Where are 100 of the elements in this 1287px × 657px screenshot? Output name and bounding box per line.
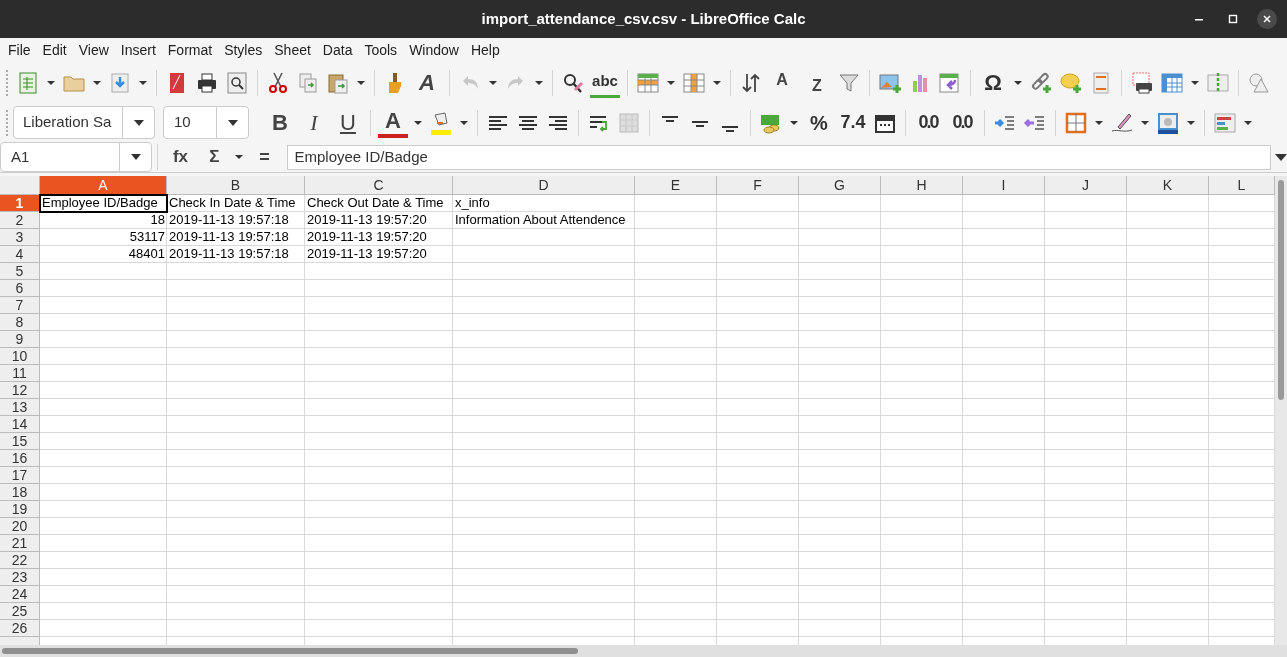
name-box[interactable]: A1: [0, 142, 153, 172]
percent-button[interactable]: %: [804, 107, 834, 138]
clear-formatting-button[interactable]: A: [412, 67, 442, 98]
row-header[interactable]: 22: [0, 552, 40, 569]
print-area-icon[interactable]: [1130, 70, 1154, 95]
row-header[interactable]: 20: [0, 518, 40, 535]
column-header[interactable]: J: [1045, 176, 1127, 195]
table-cell[interactable]: 48401: [40, 246, 167, 263]
menu-item[interactable]: Tools: [358, 37, 404, 63]
columns-icon[interactable]: [682, 70, 706, 95]
spelling-button[interactable]: abc: [590, 67, 620, 98]
table-cell[interactable]: 2019-11-13 19:57:20: [305, 212, 453, 229]
column-header[interactable]: B: [167, 176, 305, 195]
row-header[interactable]: 16: [0, 450, 40, 467]
column-header[interactable]: F: [717, 176, 799, 195]
menu-item[interactable]: Insert: [114, 37, 162, 63]
column-header[interactable]: E: [635, 176, 717, 195]
menu-item[interactable]: View: [72, 37, 115, 63]
row-header[interactable]: 17: [0, 467, 40, 484]
pivot-table-icon[interactable]: [938, 70, 962, 95]
expand-icon[interactable]: [1275, 153, 1287, 161]
split-window-icon[interactable]: [1206, 70, 1230, 95]
row-header[interactable]: 9: [0, 331, 40, 348]
menu-item[interactable]: File: [2, 37, 37, 63]
magnifier-icon[interactable]: [225, 70, 249, 95]
formula-button[interactable]: =: [249, 142, 280, 172]
row-header[interactable]: 18: [0, 484, 40, 501]
row-header[interactable]: 4: [0, 246, 40, 263]
function-wizard-button[interactable]: fx: [165, 142, 196, 172]
row-header[interactable]: 26: [0, 620, 40, 637]
table-cell[interactable]: 2019-11-13 19:57:18: [167, 229, 305, 246]
underline-button[interactable]: U: [333, 107, 363, 138]
table-cell[interactable]: 53117: [40, 229, 167, 246]
font-name-field[interactable]: Liberation Sa: [13, 106, 155, 139]
sort-descending-button[interactable]: Z: [802, 67, 832, 98]
number-format-button[interactable]: 7.4: [838, 107, 868, 138]
table-cell[interactable]: 2019-11-13 19:57:20: [305, 229, 453, 246]
spreadsheet-icon[interactable]: [16, 70, 40, 95]
chain-link-icon[interactable]: [1029, 70, 1053, 95]
border-color-icon[interactable]: [1156, 110, 1180, 135]
download-icon[interactable]: [108, 70, 132, 95]
caret-icon[interactable]: [130, 154, 141, 160]
row-header[interactable]: 3: [0, 229, 40, 246]
column-header[interactable]: H: [881, 176, 963, 195]
menu-item[interactable]: Help: [464, 37, 506, 63]
printer-icon[interactable]: [195, 70, 219, 95]
table-cell[interactable]: Information About Attendence: [453, 212, 635, 229]
column-header[interactable]: K: [1127, 176, 1209, 195]
delete-decimal-button[interactable]: 0.0: [947, 107, 977, 138]
menu-item[interactable]: Edit: [36, 37, 73, 63]
borders-icon[interactable]: [1064, 110, 1088, 135]
freeze-grid-icon[interactable]: [1160, 70, 1184, 95]
column-header[interactable]: L: [1209, 176, 1275, 195]
column-header[interactable]: D: [453, 176, 635, 195]
row-header[interactable]: 8: [0, 314, 40, 331]
caret-icon[interactable]: [133, 119, 144, 126]
row-header[interactable]: 23: [0, 569, 40, 586]
bold-button[interactable]: B: [265, 107, 295, 138]
sum-button[interactable]: Σ: [199, 142, 230, 172]
row-header[interactable]: 15: [0, 433, 40, 450]
merge-cells-icon[interactable]: [617, 110, 641, 135]
sort-ascending-button[interactable]: A: [768, 67, 798, 98]
font-size-field[interactable]: 10: [163, 106, 249, 139]
table-cell[interactable]: 18: [40, 212, 167, 229]
row-header[interactable]: 1: [0, 195, 40, 212]
row-header[interactable]: 7: [0, 297, 40, 314]
formula-input[interactable]: Employee ID/Badge: [287, 144, 1271, 170]
menu-item[interactable]: Styles: [218, 37, 269, 63]
horizontal-scrollbar[interactable]: [0, 645, 1287, 657]
row-header[interactable]: 12: [0, 382, 40, 399]
row-header[interactable]: 14: [0, 416, 40, 433]
row-header[interactable]: 10: [0, 348, 40, 365]
table-cell[interactable]: Check In Date & Time: [167, 195, 305, 212]
row-header[interactable]: 19: [0, 501, 40, 518]
row-header[interactable]: 24: [0, 586, 40, 603]
rows-icon[interactable]: [636, 70, 660, 95]
column-header[interactable]: C: [305, 176, 453, 195]
menu-item[interactable]: Sheet: [268, 37, 317, 63]
speech-bubble-icon[interactable]: [1059, 70, 1083, 95]
table-cell[interactable]: Employee ID/Badge: [40, 195, 167, 212]
row-header[interactable]: 11: [0, 365, 40, 382]
conditional-format-icon[interactable]: [1213, 110, 1237, 135]
column-header[interactable]: G: [799, 176, 881, 195]
row-header[interactable]: 2: [0, 212, 40, 229]
special-character-button[interactable]: Ω: [978, 67, 1008, 98]
table-cell[interactable]: 2019-11-13 19:57:18: [167, 246, 305, 263]
row-header[interactable]: 25: [0, 603, 40, 620]
row-header[interactable]: 6: [0, 280, 40, 297]
row-header[interactable]: 21: [0, 535, 40, 552]
scissors-icon[interactable]: [266, 70, 290, 95]
column-header[interactable]: I: [963, 176, 1045, 195]
row-header[interactable]: 13: [0, 399, 40, 416]
caret-icon[interactable]: [227, 119, 238, 126]
row-header[interactable]: 5: [0, 263, 40, 280]
close-icon[interactable]: [1257, 9, 1277, 29]
table-cell[interactable]: 2019-11-13 19:57:18: [167, 212, 305, 229]
italic-button[interactable]: I: [299, 107, 329, 138]
menu-item[interactable]: Data: [316, 37, 359, 63]
vertical-scrollbar[interactable]: [1275, 176, 1287, 645]
table-cell[interactable]: x_info: [453, 195, 635, 212]
